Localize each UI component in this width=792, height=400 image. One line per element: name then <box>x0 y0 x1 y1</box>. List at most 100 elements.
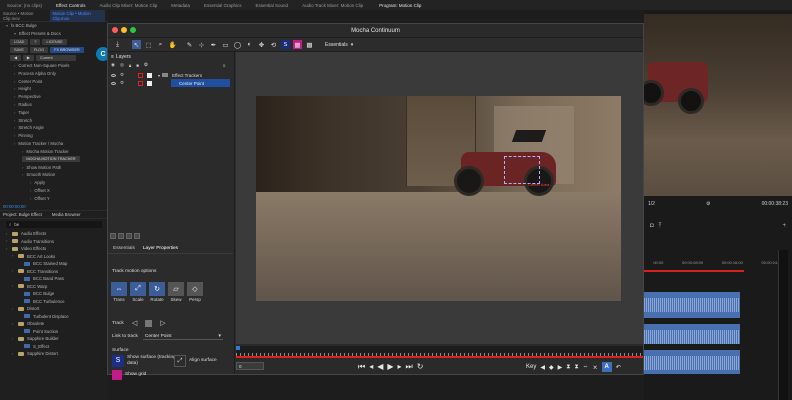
tab-source[interactable]: Source: (no clips) <box>0 3 49 8</box>
effect-param-row[interactable]: › Offset Y <box>0 194 108 202</box>
timeline-ruler[interactable] <box>236 346 643 358</box>
effect-param-row[interactable]: › Smooth Motion <box>0 171 108 179</box>
effects-tree-item[interactable]: Point Suction <box>0 328 108 336</box>
align-surface-icon[interactable]: ⤢ <box>174 355 186 367</box>
expand-icon[interactable]: › <box>22 172 23 177</box>
expand-icon[interactable]: › <box>6 232 10 236</box>
effects-tree-item[interactable]: › Sapphire Distort <box>0 350 108 358</box>
effects-tree-item[interactable]: BCC Stained Map <box>0 260 108 268</box>
go-to-end-icon[interactable]: ⏭ <box>406 362 413 372</box>
effect-controls-timecode[interactable]: 00:00:00:00 <box>0 202 108 210</box>
workspace-dropdown[interactable]: Essentials ▾ <box>325 42 353 48</box>
current-preset-label[interactable]: Current <box>35 54 76 61</box>
expand-icon[interactable]: › <box>22 165 23 170</box>
select-points-icon[interactable]: ⬚ <box>144 40 153 49</box>
tab-essential-sound[interactable]: Essential Sound <box>249 3 296 8</box>
mocha-motion-tracker-button[interactable]: MOCHA MOTION TRACKER <box>22 156 80 163</box>
layer-menu-icon[interactable]: ≡ <box>223 63 226 68</box>
audio-clip[interactable] <box>644 324 740 344</box>
maximize-window-icon[interactable] <box>130 27 136 33</box>
effect-param-row[interactable]: › Process Alpha Only <box>0 69 108 77</box>
effect-param-row[interactable]: › Motion Tracker / Mocha <box>0 140 108 148</box>
expand-icon[interactable]: › <box>12 352 16 356</box>
effects-search-input[interactable]: ⌕ be <box>6 221 102 229</box>
expand-icon[interactable]: › <box>12 269 16 273</box>
magnet-tool-icon[interactable]: ◐ <box>245 40 254 49</box>
layer-color-swatch[interactable] <box>138 72 144 78</box>
effects-tree-item[interactable]: › BCC Transitions <box>0 268 108 276</box>
expand-icon[interactable]: › <box>12 307 16 311</box>
effects-tree-item[interactable]: S_Effect <box>0 343 108 351</box>
save-button[interactable]: SAVE <box>10 46 28 53</box>
gear-icon[interactable]: ⚙ <box>120 72 124 78</box>
expand-icon[interactable]: › <box>14 94 15 99</box>
move-tool-icon[interactable]: ✥ <box>257 40 266 49</box>
save-icon[interactable]: ⤓ <box>113 40 122 49</box>
minimize-window-icon[interactable] <box>121 27 127 33</box>
show-surface-row[interactable]: S Show surface (tracking data) <box>112 355 177 367</box>
add-layer-icon[interactable] <box>110 233 116 239</box>
next-key-icon[interactable]: ▶ <box>558 364 563 371</box>
grid-tool-icon[interactable]: ▦ <box>293 40 302 49</box>
flog-button[interactable]: FLOG <box>29 46 49 53</box>
show-grid-row[interactable]: Show grid <box>112 370 146 380</box>
bezier-tool-icon[interactable]: ✒ <box>209 40 218 49</box>
step-forward-icon[interactable]: ▸ <box>398 362 402 372</box>
visibility-col-icon[interactable]: ◉ <box>111 62 115 68</box>
collapse-icon[interactable]: ▾ <box>6 23 8 28</box>
matte-col-icon[interactable]: ◎ <box>120 62 124 68</box>
surface-tool-icon[interactable]: S <box>281 40 290 49</box>
motion-option-skew[interactable]: ▱ Skew <box>168 282 184 302</box>
group-layer-icon[interactable] <box>134 233 140 239</box>
expand-icon[interactable]: › <box>30 196 31 201</box>
gear-icon[interactable]: ⚙ <box>120 80 124 86</box>
zoom-dropdown[interactable]: 1/2 <box>648 201 655 207</box>
loop-icon[interactable]: ↻ <box>417 362 424 372</box>
rotate-icon[interactable]: ↻ <box>149 282 165 296</box>
mocha-viewer[interactable]: Center Area <box>236 52 643 344</box>
expand-icon[interactable]: › <box>12 284 16 288</box>
tab-program-monitor[interactable]: Program: Motion Clip <box>372 3 428 8</box>
track-forwards-icon[interactable]: ▷ <box>160 319 165 327</box>
scale-icon[interactable]: ⤢ <box>130 282 146 296</box>
prev-key-icon[interactable]: ◀ <box>540 364 545 371</box>
trans-icon[interactable]: ⇔ <box>111 282 127 296</box>
tab-project[interactable]: Project: Bulge Effect <box>3 212 42 217</box>
select-tool-icon[interactable]: ↖ <box>132 40 141 49</box>
tab-audio-track-mixer[interactable]: Audio Track Mixer: Motion Clip <box>295 3 370 8</box>
expand-icon[interactable]: › <box>14 71 15 76</box>
add-key-icon[interactable]: ◆ <box>549 364 554 371</box>
tab-essentials[interactable]: Essentials <box>113 246 135 251</box>
playhead-marker[interactable] <box>236 346 240 350</box>
active-clip-label[interactable]: Motion Clip • Motion Clip.mov <box>50 9 105 22</box>
effect-param-row[interactable]: › Pinning <box>0 132 108 140</box>
effect-param-row[interactable]: › Apply <box>0 179 108 187</box>
expand-icon[interactable]: › <box>14 79 15 84</box>
export-frame-icon[interactable]: ⤒ <box>659 223 662 230</box>
expand-icon[interactable]: › <box>12 322 16 326</box>
sequence-ruler[interactable]: 00:00 00:00:08:00 00:00:16:00 00:00:24:0… <box>644 260 792 270</box>
undo-icon[interactable]: ↶ <box>616 364 621 371</box>
layer-matte-toggle[interactable] <box>147 72 153 78</box>
motion-option-scale[interactable]: ⤢ Scale <box>130 282 146 302</box>
effects-tree-item[interactable]: › BCC Art Looks <box>0 253 108 261</box>
tab-metadata[interactable]: Metadata <box>164 3 197 8</box>
effect-param-row[interactable]: › Offset X <box>0 187 108 195</box>
set-range-icon[interactable]: ⇔ <box>583 364 589 370</box>
program-monitor-image[interactable] <box>644 14 792 196</box>
zoom-tool-icon[interactable]: ⌕ <box>156 40 165 49</box>
lock-col-icon[interactable]: 🔒︎ <box>129 63 131 68</box>
license-button[interactable]: LICENSE <box>42 38 67 45</box>
ellipse-tool-icon[interactable]: ◯ <box>233 40 242 49</box>
effects-tree-item[interactable]: › Distort <box>0 305 108 313</box>
layer-row-effect-trackers[interactable]: ⚙ ▾ Effect Trackers <box>108 71 233 79</box>
eye-icon[interactable] <box>111 73 116 77</box>
expand-icon[interactable]: › <box>6 239 10 243</box>
effect-param-row[interactable]: › Correct Non-Square Pixels <box>0 62 108 70</box>
collapse-icon[interactable]: ▾ <box>14 31 16 36</box>
effect-param-row[interactable]: › Taper <box>0 108 108 116</box>
effects-tree-item[interactable]: Turbulent Displace <box>0 313 108 321</box>
camera-icon[interactable]: ◘ <box>650 223 654 229</box>
delete-layer-icon[interactable] <box>126 233 132 239</box>
effect-param-row[interactable]: › Radius <box>0 101 108 109</box>
